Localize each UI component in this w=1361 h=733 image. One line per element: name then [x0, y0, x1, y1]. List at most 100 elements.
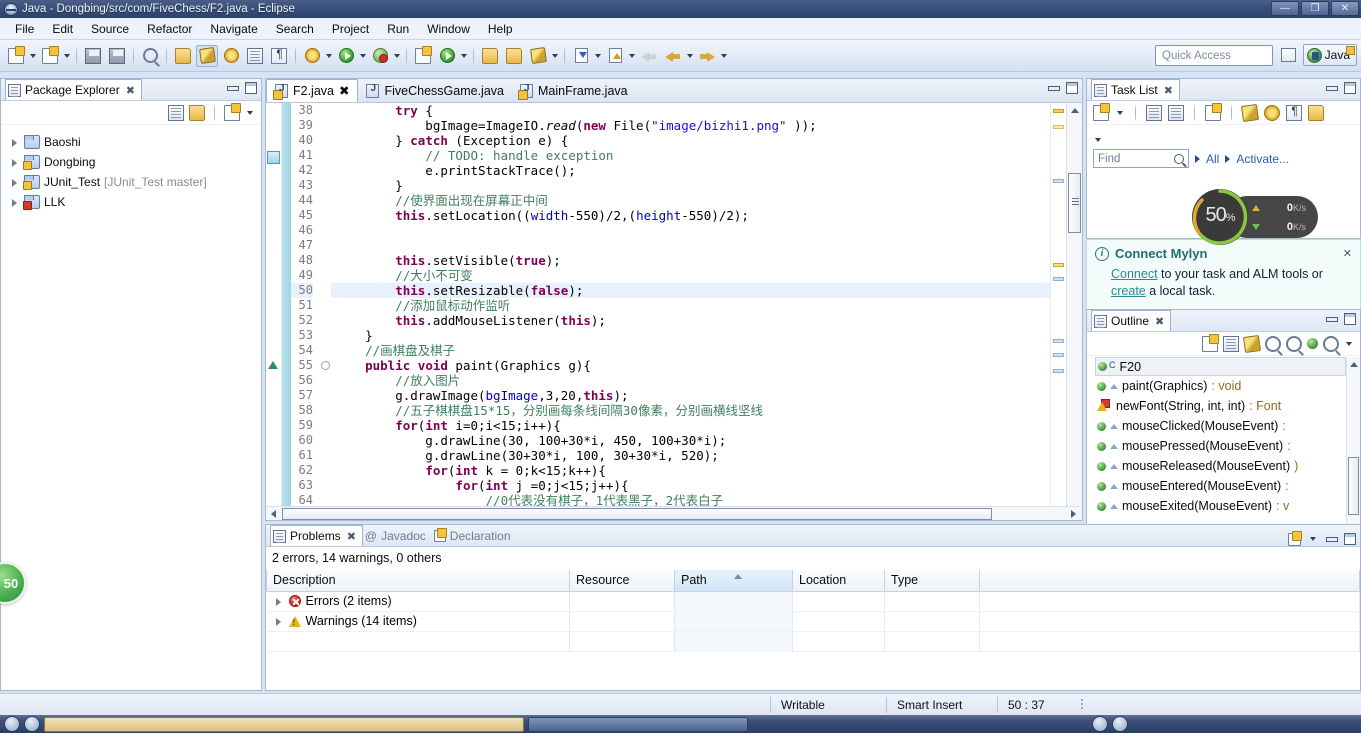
- new-task-dropdown[interactable]: [1115, 102, 1125, 124]
- scrollbar-thumb[interactable]: [1348, 457, 1359, 515]
- activate-link[interactable]: Activate...: [1236, 152, 1289, 166]
- synchronize-icon[interactable]: [1205, 102, 1222, 121]
- code-text[interactable]: try { bgImage=ImageIO.read(new File("ima…: [331, 103, 1050, 520]
- open-type-button[interactable]: [244, 45, 266, 67]
- fold-cell[interactable]: [317, 208, 331, 223]
- tree-item-baoshi[interactable]: Baoshi: [1, 132, 261, 152]
- new-task-icon[interactable]: [1093, 102, 1110, 121]
- tab-declaration[interactable]: Declaration: [432, 525, 517, 546]
- new-wizard-button[interactable]: [39, 45, 61, 67]
- close-icon[interactable]: ✖: [339, 83, 349, 98]
- new-document-dropdown[interactable]: [28, 45, 38, 67]
- fold-cell[interactable]: [317, 418, 331, 433]
- skip-breakpoints-button[interactable]: [139, 45, 161, 67]
- code-line[interactable]: for(int j =0;j<15;j++){: [331, 478, 1050, 493]
- code-line[interactable]: public void paint(Graphics g){: [331, 358, 1050, 373]
- menu-help[interactable]: Help: [479, 20, 522, 38]
- menu-navigate[interactable]: Navigate: [201, 20, 266, 38]
- network-speed-widget[interactable]: 50% 0K/s 0K/s: [1190, 188, 1318, 246]
- maximize-button[interactable]: ❐: [1301, 1, 1329, 16]
- sort-icon[interactable]: [1242, 334, 1262, 353]
- tab-outline[interactable]: Outline ✖: [1091, 310, 1172, 331]
- editor-tab-f2[interactable]: F2.java ✖: [266, 79, 359, 102]
- fold-cell[interactable]: [317, 193, 331, 208]
- expand-arrow-icon[interactable]: [273, 616, 284, 627]
- problems-row-errors[interactable]: Errors (2 items): [273, 594, 564, 608]
- hide-nonpublic-icon[interactable]: [1286, 335, 1302, 352]
- coverage-dropdown[interactable]: [392, 45, 402, 67]
- menu-project[interactable]: Project: [323, 20, 378, 38]
- next-annotation-button[interactable]: [570, 45, 592, 67]
- back-dropdown[interactable]: [685, 45, 695, 67]
- minimize-editor-icon[interactable]: [1047, 82, 1060, 94]
- view-chevron-icon[interactable]: [245, 102, 255, 124]
- code-line[interactable]: e.printStackTrace();: [331, 163, 1050, 178]
- fold-cell[interactable]: [317, 268, 331, 283]
- code-line[interactable]: //画棋盘及棋子: [331, 343, 1050, 358]
- code-line[interactable]: [331, 223, 1050, 238]
- fold-cell[interactable]: [317, 103, 331, 118]
- restore-icon[interactable]: [1308, 104, 1324, 121]
- filter-arrow-icon[interactable]: [1195, 154, 1200, 163]
- quick-fix-icon[interactable]: [267, 151, 280, 164]
- hide-fields-icon[interactable]: [1223, 335, 1239, 352]
- folding-ruler[interactable]: [317, 103, 331, 520]
- minimize-view-icon[interactable]: [1325, 533, 1338, 545]
- code-line[interactable]: g.drawImage(bgImage,3,20,this);: [331, 388, 1050, 403]
- code-line[interactable]: this.setVisible(true);: [331, 253, 1050, 268]
- close-icon[interactable]: ✖: [347, 530, 356, 543]
- code-line[interactable]: }: [331, 178, 1050, 193]
- new-document-button[interactable]: [5, 45, 27, 67]
- focus-icon[interactable]: [1240, 103, 1260, 122]
- code-line[interactable]: g.drawLine(30, 100+30*i, 450, 100+30*i);: [331, 433, 1050, 448]
- close-icon[interactable]: ✖: [1164, 84, 1173, 97]
- run-dropdown[interactable]: [358, 45, 368, 67]
- outline-item-mousepressed[interactable]: mousePressed(MouseEvent) :: [1087, 436, 1346, 456]
- code-line[interactable]: // TODO: handle exception: [331, 148, 1050, 163]
- mylyn-create-link[interactable]: create: [1111, 284, 1146, 298]
- scroll-up-icon[interactable]: [1348, 359, 1360, 371]
- toggle-marks-button[interactable]: [268, 45, 290, 67]
- table-row[interactable]: Errors (2 items): [266, 591, 1360, 612]
- taskbar-window[interactable]: [528, 716, 748, 732]
- close-icon[interactable]: ✖: [126, 84, 135, 97]
- outline-item-paint[interactable]: paint(Graphics) : void: [1087, 376, 1346, 396]
- activate-arrow-icon[interactable]: [1225, 154, 1231, 163]
- fold-cell[interactable]: [317, 238, 331, 253]
- link-button[interactable]: [220, 45, 242, 67]
- code-line[interactable]: this.setResizable(false);: [331, 283, 1050, 298]
- editor-tab-fivechessgame[interactable]: FiveChessGame.java: [358, 79, 512, 102]
- outline-item-mousereleased[interactable]: mouseReleased(MouseEvent) ): [1087, 456, 1346, 476]
- tree-item-dongbing[interactable]: Dongbing: [1, 152, 261, 172]
- fold-cell[interactable]: [317, 223, 331, 238]
- status-resize-grip[interactable]: [1078, 697, 1086, 713]
- fold-cell[interactable]: [317, 478, 331, 493]
- code-line[interactable]: try {: [331, 103, 1050, 118]
- expand-arrow-icon[interactable]: [9, 137, 20, 148]
- status-insert-mode[interactable]: Smart Insert: [887, 694, 997, 716]
- menu-search[interactable]: Search: [267, 20, 323, 38]
- code-line[interactable]: //放入图片: [331, 373, 1050, 388]
- outline-item-newfont[interactable]: newFont(String, int, int) : Font: [1087, 396, 1346, 416]
- fold-cell[interactable]: [317, 373, 331, 388]
- view-menu-icon[interactable]: [224, 102, 241, 121]
- fold-cell[interactable]: [317, 118, 331, 133]
- maximize-editor-icon[interactable]: [1066, 82, 1078, 94]
- problems-filter-icon[interactable]: [1288, 530, 1302, 546]
- quick-access-input[interactable]: Quick Access: [1155, 45, 1273, 66]
- search-dropdown[interactable]: [550, 45, 560, 67]
- run-button[interactable]: [335, 45, 357, 67]
- fold-cell[interactable]: [317, 433, 331, 448]
- code-line[interactable]: //添加鼠标动作监听: [331, 298, 1050, 313]
- new-wizard-dropdown[interactable]: [62, 45, 72, 67]
- focus-icon[interactable]: [1202, 333, 1219, 352]
- editor-vertical-scrollbar[interactable]: [1066, 103, 1082, 520]
- hide-static-icon[interactable]: [1265, 335, 1281, 352]
- tab-javadoc[interactable]: @ Javadoc: [363, 525, 432, 546]
- editor-tab-mainframe[interactable]: MainFrame.java: [512, 79, 636, 102]
- task-find-input[interactable]: Find: [1093, 149, 1189, 168]
- fold-cell[interactable]: [317, 328, 331, 343]
- expand-arrow-icon[interactable]: [273, 596, 284, 607]
- scroll-left-icon[interactable]: [268, 508, 280, 520]
- minimize-view-icon[interactable]: [1325, 82, 1338, 94]
